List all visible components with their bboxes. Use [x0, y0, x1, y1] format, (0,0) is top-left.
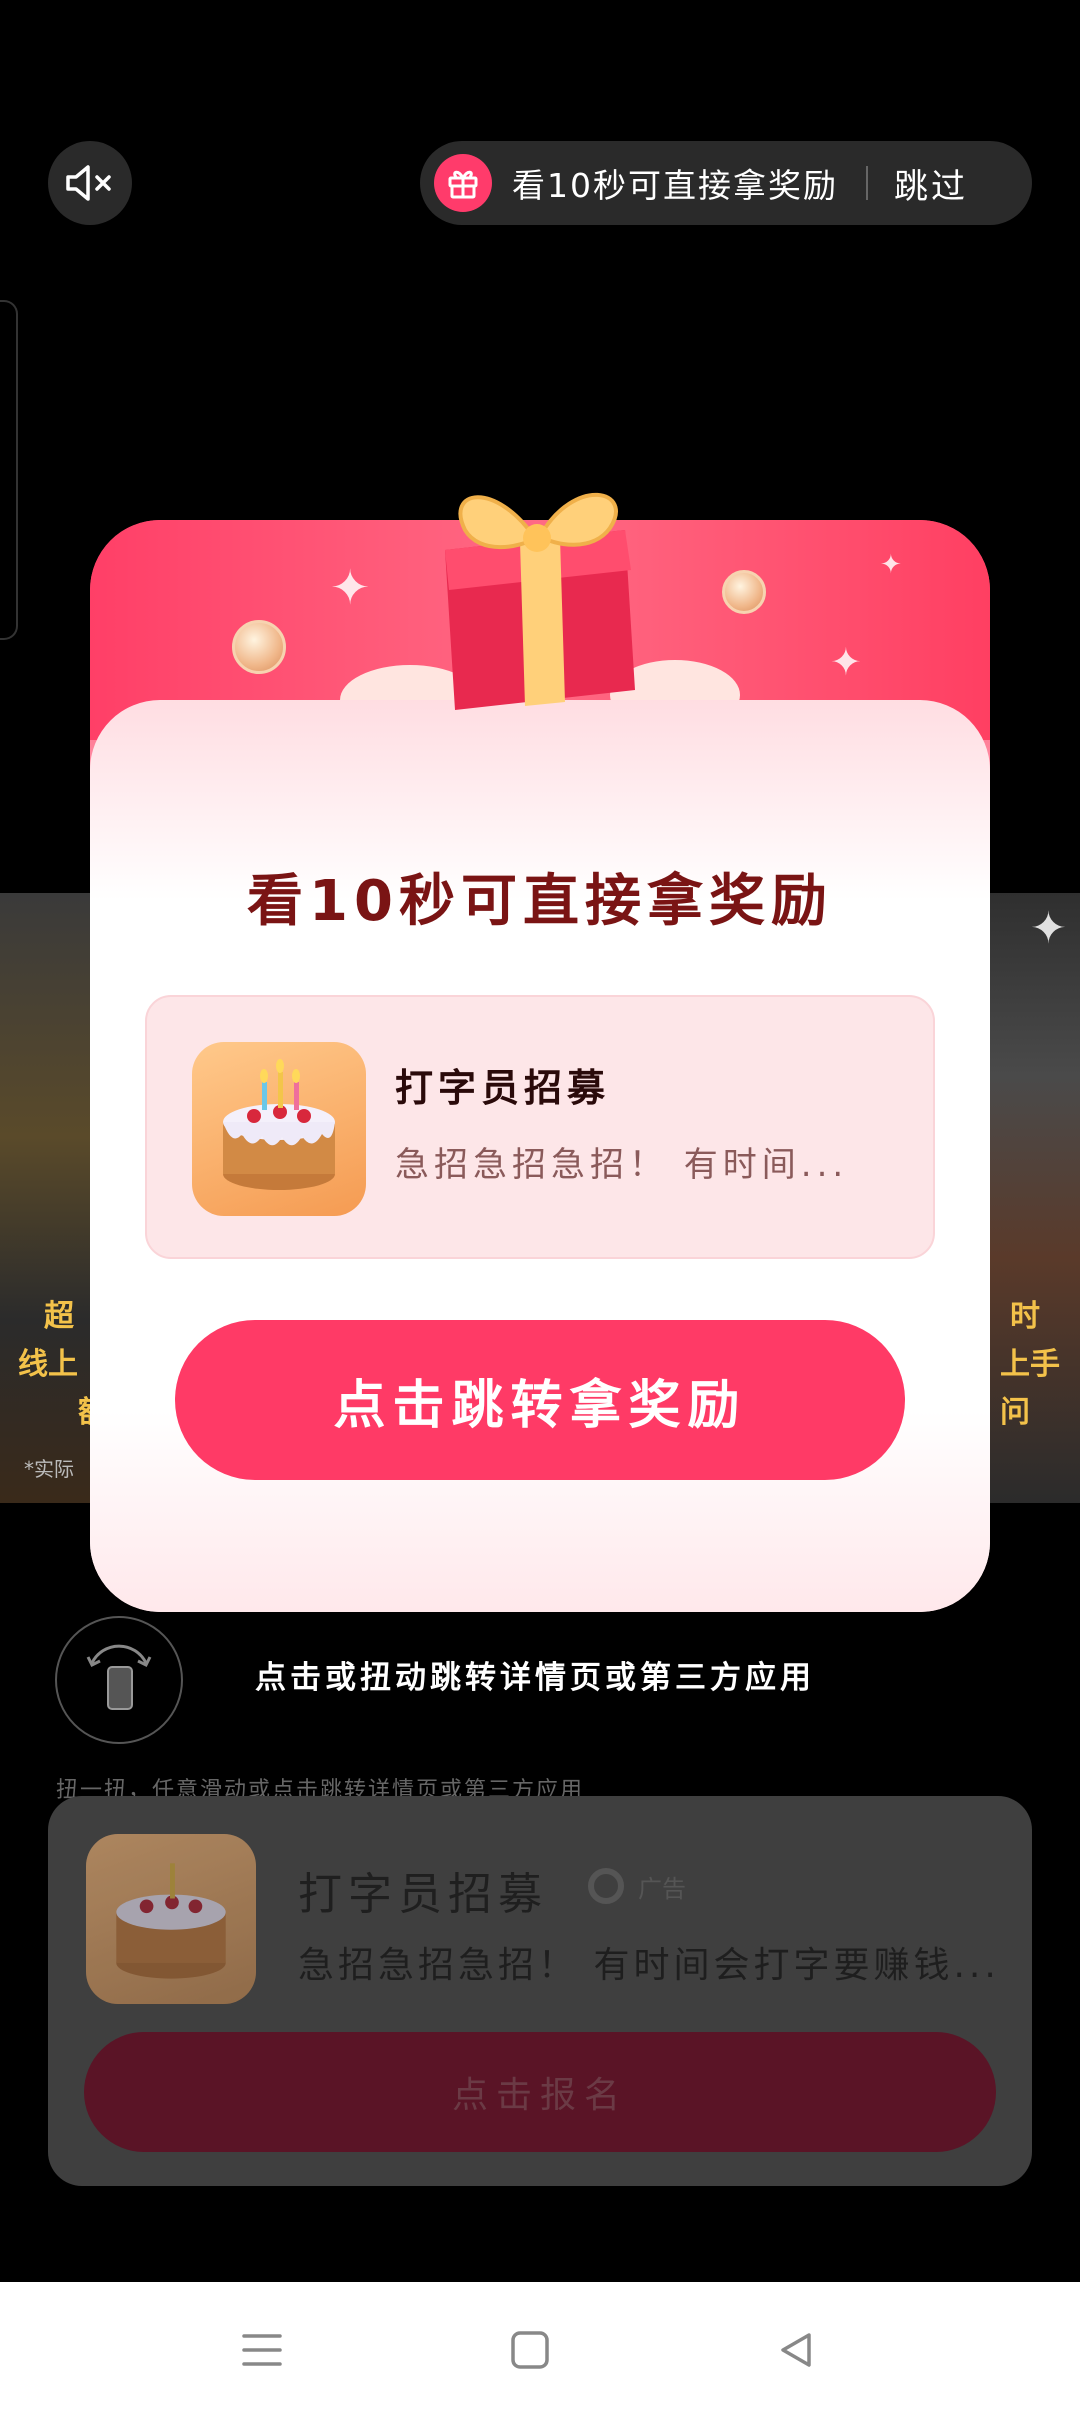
bg-disclaimer: *实际 — [24, 1457, 74, 1481]
ad-app-name: 打字员招募 — [298, 1869, 548, 1920]
nav-home-button[interactable] — [490, 2310, 570, 2390]
pill-divider — [866, 166, 868, 200]
modal-title: 看10秒可直接拿奖励 — [247, 869, 833, 934]
bg-text-right-1: 时 — [1010, 1299, 1040, 1334]
gift-badge — [434, 154, 492, 212]
menu-icon — [242, 2334, 282, 2366]
ad-app-description: 急招急招急招！ 有时间会打字要赚钱... — [298, 1945, 1000, 1986]
jump-to-reward-button[interactable]: 点击跳转拿奖励 — [175, 1320, 905, 1480]
reward-countdown-text: 看10秒可直接拿奖励 — [512, 166, 838, 205]
app-name: 打字员招募 — [395, 1066, 611, 1110]
twist-gesture-indicator — [55, 1616, 183, 1744]
app-description: 急招急招急招！ 有时间... — [395, 1145, 849, 1185]
ad-badge: 广告 — [588, 1868, 686, 1904]
reward-countdown-pill: 看10秒可直接拿奖励 跳过 — [420, 141, 1032, 225]
bg-text-left-2: 线上 — [18, 1347, 78, 1382]
bg-text-right-3: 问 — [1000, 1395, 1030, 1430]
gift-icon — [448, 170, 478, 199]
coin-icon — [232, 620, 286, 674]
signup-button[interactable]: 点击报名 — [84, 2032, 996, 2152]
coin-icon — [722, 570, 766, 614]
video-right-panel — [980, 893, 1080, 1503]
app-icon — [192, 1042, 366, 1216]
ad-info-card[interactable]: 打字员招募 广告 急招急招急招！ 有时间会打字要赚钱... 点击报名 — [48, 1796, 1032, 2186]
app-icon — [86, 1834, 256, 2004]
phone-rotate-icon — [86, 1644, 152, 1710]
skip-button[interactable]: 跳过 — [894, 159, 968, 208]
app-info-card[interactable]: 打字员招募 急招急招急招！ 有时间... — [145, 995, 935, 1259]
sparkle-icon: ✦ — [330, 560, 371, 616]
nav-back-button[interactable] — [756, 2310, 836, 2390]
home-square-icon — [511, 2331, 549, 2369]
speaker-mute-icon — [66, 165, 111, 201]
twist-instruction: 点击或扭动跳转详情页或第三方应用 — [255, 1660, 815, 1696]
sparkle-icon: ✦ — [830, 640, 862, 684]
back-triangle-icon — [781, 2333, 811, 2367]
mute-button[interactable] — [48, 141, 132, 225]
gift-box-illustration — [445, 492, 635, 710]
ad-label: 广告 — [638, 1874, 686, 1903]
cake-icon — [223, 1059, 335, 1190]
ad-logo-icon — [588, 1868, 624, 1904]
cake-icon — [116, 1863, 226, 1979]
nav-menu-button[interactable] — [222, 2310, 302, 2390]
side-drawer-handle[interactable] — [0, 300, 18, 640]
bg-text-left-1: 超 — [44, 1299, 74, 1334]
bg-text-right-2: 上手 — [1000, 1347, 1060, 1382]
sparkle-icon: ✦ — [880, 550, 902, 580]
system-nav-bar — [0, 2282, 1080, 2412]
